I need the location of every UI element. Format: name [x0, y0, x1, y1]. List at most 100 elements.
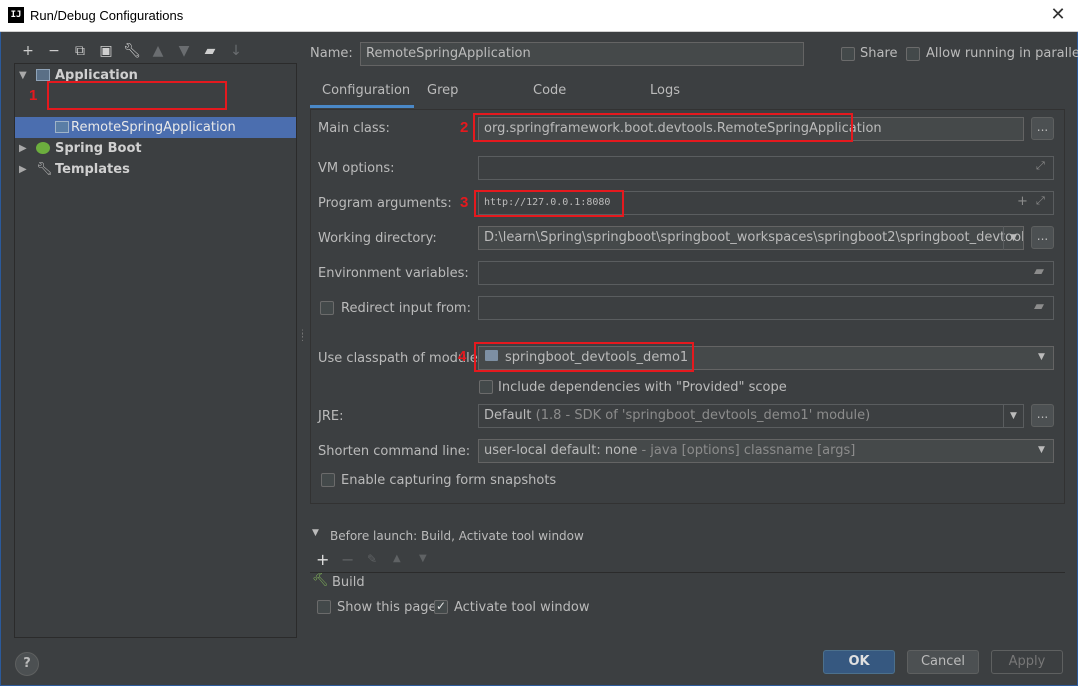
before-launch-item[interactable]: Build	[332, 575, 365, 590]
ok-button[interactable]: OK	[823, 650, 895, 674]
show-page-checkbox[interactable]	[317, 600, 331, 614]
working-directory-label: Working directory:	[318, 231, 437, 246]
program-arguments-label: Program arguments:	[318, 196, 452, 211]
remove-icon[interactable]: −	[41, 41, 67, 61]
add-icon[interactable]: +	[1017, 194, 1028, 209]
redirect-input-checkbox[interactable]	[320, 301, 334, 315]
expand-icon[interactable]: ⤢	[1036, 194, 1045, 208]
show-page-label: Show this page	[337, 600, 437, 615]
application-icon	[55, 121, 69, 133]
help-button[interactable]: ?	[15, 652, 39, 676]
redirect-input-field[interactable]	[478, 296, 1054, 320]
annotation-number: 2	[460, 119, 469, 136]
tree-item-label: RemoteSpringApplication	[71, 120, 236, 135]
jre-label: JRE:	[318, 409, 344, 424]
wrench-icon[interactable]: 🔧︎	[119, 41, 145, 61]
tab-logs[interactable]: Logs	[650, 78, 680, 108]
chevron-down-icon[interactable]: ▼	[1003, 226, 1023, 250]
expand-arrow-icon[interactable]: ▶	[19, 159, 31, 180]
splitter-grip[interactable]: ⋮ ⋮	[298, 330, 307, 348]
spring-boot-icon	[36, 142, 50, 154]
include-dependencies-checkbox[interactable]	[479, 380, 493, 394]
intellij-icon: IJ	[8, 7, 24, 23]
tree-item-spring-boot[interactable]: ▶ Spring Boot	[15, 138, 296, 159]
annotation-number: 3	[460, 194, 469, 211]
dialog-body: + − ⧉ ▣ 🔧︎ ▲ ▼ ▰ ↓ ▼ Application RemoteS…	[0, 32, 1078, 686]
tree-item-label: Templates	[55, 162, 130, 177]
chevron-down-icon[interactable]: ▼	[1038, 445, 1045, 455]
hammer-icon: 🔨︎	[312, 573, 329, 588]
environment-variables-label: Environment variables:	[318, 266, 469, 281]
annotation-box	[473, 113, 853, 142]
annotation-number: 4	[458, 348, 467, 365]
chevron-down-icon[interactable]: ▼	[1038, 352, 1045, 362]
edit-icon[interactable]: ✎	[367, 552, 377, 566]
config-toolbar: + − ⧉ ▣ 🔧︎ ▲ ▼ ▰ ↓	[15, 41, 249, 61]
annotation-box	[47, 81, 227, 110]
remove-icon[interactable]: −	[341, 550, 354, 569]
shorten-detail: - java [options] classname [args]	[641, 443, 856, 458]
working-directory-input[interactable]: D:\learn\Spring\springboot\springboot_wo…	[478, 226, 1024, 250]
jre-detail: (1.8 - SDK of 'springboot_devtools_demo1…	[535, 408, 871, 423]
browse-jre-button[interactable]: ...	[1031, 404, 1054, 427]
window-title: Run/Debug Configurations	[30, 8, 184, 23]
vm-options-label: VM options:	[318, 161, 395, 176]
tree-item-templates[interactable]: ▶ 🔧︎ Templates	[15, 159, 296, 180]
chevron-down-icon[interactable]: ▼	[1003, 404, 1023, 428]
application-icon	[36, 69, 50, 81]
folder-icon[interactable]: ▰	[1034, 264, 1044, 279]
expand-arrow-icon[interactable]: ▼	[19, 65, 31, 86]
activate-tool-window-checkbox[interactable]	[434, 599, 448, 614]
annotation-box	[474, 190, 624, 217]
include-dependencies-label: Include dependencies with "Provided" sco…	[498, 380, 787, 395]
allow-parallel-checkbox[interactable]	[906, 47, 920, 61]
tree-item-remote-spring-application[interactable]: RemoteSpringApplication	[15, 117, 296, 138]
browse-main-class-button[interactable]: ...	[1031, 117, 1054, 140]
jre-select[interactable]: Default (1.8 - SDK of 'springboot_devtoo…	[478, 404, 1024, 428]
cancel-button[interactable]: Cancel	[907, 650, 979, 674]
add-icon[interactable]: +	[15, 41, 41, 61]
name-label: Name:	[310, 46, 353, 61]
add-icon[interactable]: +	[316, 550, 329, 569]
folder-icon[interactable]: ▰	[1034, 299, 1044, 314]
apply-button[interactable]: Apply	[991, 650, 1063, 674]
tab-grep-console[interactable]: Grep Console	[427, 78, 479, 124]
move-down-icon[interactable]: ▼	[419, 553, 427, 564]
save-icon[interactable]: ▣	[93, 41, 119, 61]
move-up-icon[interactable]: ▲	[145, 41, 171, 61]
annotation-box	[474, 342, 694, 372]
move-down-icon[interactable]: ▼	[171, 41, 197, 61]
annotation-number: 1	[29, 87, 38, 104]
copy-icon[interactable]: ⧉	[67, 41, 93, 61]
collapse-arrow-icon[interactable]: ▼	[312, 528, 319, 538]
config-tree: ▼ Application RemoteSpringApplication ▶ …	[14, 63, 297, 638]
expand-icon[interactable]: ⤢	[1036, 159, 1045, 173]
close-icon[interactable]: ✕	[1048, 5, 1068, 25]
share-checkbox[interactable]	[841, 47, 855, 61]
title-bar: IJ Run/Debug Configurations ✕	[0, 0, 1078, 32]
environment-variables-input[interactable]	[478, 261, 1054, 285]
activate-tool-window-label: Activate tool window	[454, 600, 590, 615]
tree-item-label: Spring Boot	[55, 141, 142, 156]
capture-snapshots-checkbox[interactable]	[321, 473, 335, 487]
share-label: Share	[860, 46, 898, 61]
redirect-input-label: Redirect input from:	[341, 301, 471, 316]
before-launch-list	[310, 572, 1065, 592]
folder-icon[interactable]: ▰	[197, 41, 223, 61]
allow-parallel-label: Allow running in parallel	[926, 46, 1078, 61]
shorten-command-line-select[interactable]: user-local default: none - java [options…	[478, 439, 1054, 463]
browse-working-directory-button[interactable]: ...	[1031, 226, 1054, 249]
wrench-icon: 🔧︎	[36, 162, 53, 177]
tab-code-coverage[interactable]: Code Coverage	[533, 78, 595, 124]
jre-value: Default	[484, 408, 532, 423]
shorten-command-line-label: Shorten command line:	[318, 444, 471, 459]
before-launch-title: Before launch: Build, Activate tool wind…	[330, 529, 584, 543]
name-input[interactable]: RemoteSpringApplication	[360, 42, 804, 66]
expand-arrow-icon[interactable]: ▶	[19, 138, 31, 159]
vm-options-input[interactable]	[478, 156, 1054, 180]
shorten-value: user-local default: none	[484, 443, 638, 458]
move-up-icon[interactable]: ▲	[393, 553, 401, 564]
sort-icon[interactable]: ↓	[223, 41, 249, 61]
tab-configuration[interactable]: Configuration	[310, 78, 414, 108]
capture-snapshots-label: Enable capturing form snapshots	[341, 473, 557, 488]
